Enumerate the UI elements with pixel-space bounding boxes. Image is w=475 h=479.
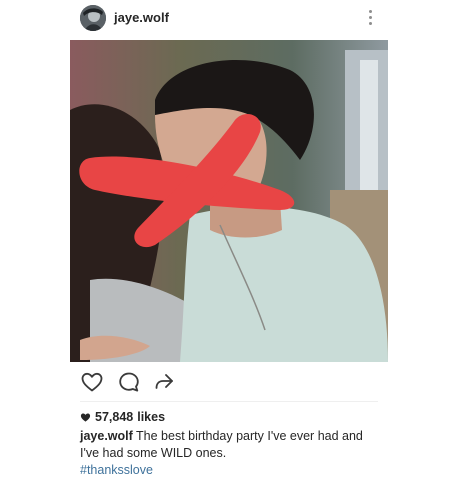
likes-count[interactable]: 57,848 likes (80, 410, 165, 424)
post-photo-illustration (70, 40, 388, 362)
comment-icon[interactable] (117, 370, 141, 394)
caption-username[interactable]: jaye.wolf (80, 429, 133, 443)
heart-filled-icon (80, 412, 91, 422)
post-actions (80, 370, 380, 396)
post-header: jaye.wolf (0, 0, 475, 38)
heart-icon[interactable] (80, 370, 104, 394)
likes-number: 57,848 (95, 410, 134, 424)
post-caption: jaye.wolf The best birthday party I've e… (80, 428, 380, 479)
profile-avatar[interactable] (80, 5, 106, 31)
avatar-image (80, 5, 106, 31)
likes-label: likes (137, 410, 166, 424)
more-options-icon[interactable] (364, 10, 376, 28)
actions-divider (80, 401, 378, 402)
post-image[interactable] (70, 40, 388, 362)
share-arrow-icon[interactable] (152, 370, 176, 394)
username-link[interactable]: jaye.wolf (114, 10, 169, 25)
